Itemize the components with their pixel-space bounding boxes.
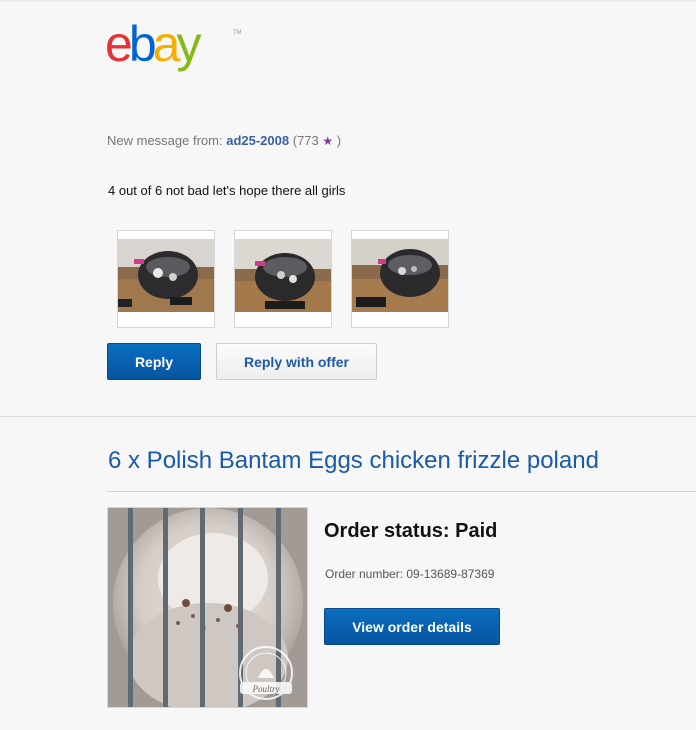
trademark: TM [233,30,242,36]
order-status: Order status: Paid [324,520,498,542]
from-label: New message from: [107,133,223,148]
message-from: New message from: ad25-2008 (773 ★ ) [107,133,341,148]
feedback-close: ) [336,133,342,148]
incubator-photo [235,239,331,312]
incubator-photo [118,239,214,312]
section-divider [0,416,696,417]
chicken-photo: Poultry [108,508,307,707]
top-border [0,0,696,2]
feedback-star-icon: ★ [322,134,334,148]
sender-username-link[interactable]: ad25-2008 [226,133,289,148]
attachment-thumbnail[interactable] [234,230,332,328]
view-order-details-button[interactable]: View order details [324,608,500,645]
message-body: 4 out of 6 not bad let's hope there all … [108,183,346,198]
logo-letter-a: a [152,16,181,72]
attachment-thumbnails [117,230,449,328]
reply-with-offer-button[interactable]: Reply with offer [216,343,377,380]
item-image[interactable]: Poultry [107,507,308,708]
order-number: Order number: 09-13689-87369 [325,567,495,581]
feedback-score: (773 [292,133,319,148]
item-title-link[interactable]: 6 x Polish Bantam Eggs chicken frizzle p… [108,447,599,475]
logo-letter-b: b [128,16,157,72]
ebay-logo[interactable]: ebay TM [105,16,242,72]
attachment-thumbnail[interactable] [351,230,449,328]
reply-button[interactable]: Reply [107,343,201,380]
attachment-thumbnail[interactable] [117,230,215,328]
logo-letter-e: e [105,16,133,72]
svg-text:Poultry: Poultry [252,684,280,694]
logo-letter-y: y [176,16,201,72]
incubator-photo [352,239,448,312]
title-divider [107,491,696,492]
